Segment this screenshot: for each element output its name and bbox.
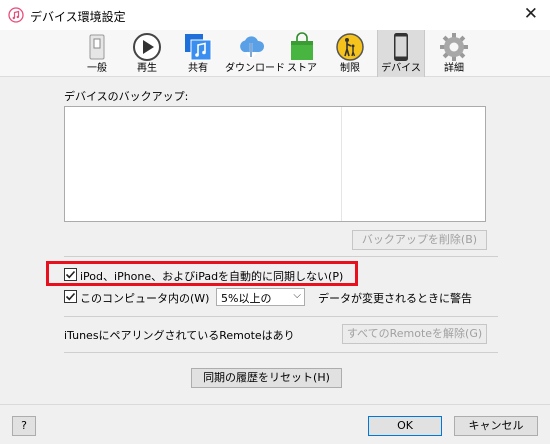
tab-playback-label: 再生 [137,63,157,74]
warn-threshold-value: 5%以上の [221,292,272,305]
device-backups-label: デバイスのバックアップ: [64,90,189,103]
parental-restriction-icon [336,33,364,61]
store-bag-icon [291,32,313,60]
warn-data-change-prefix-label: このコンピュータ内の(W) [80,292,210,305]
reset-sync-history-button[interactable]: 同期の履歴をリセット(H) [191,368,342,388]
cloud-download-icon [240,36,265,60]
tab-sharing[interactable]: 共有 [181,30,215,77]
title-bar: デバイス環境設定 ✕ [0,0,550,30]
close-icon[interactable]: ✕ [524,4,538,24]
ok-button[interactable]: OK [368,416,442,436]
separator [64,352,498,353]
paired-remotes-text: iTunesにペアリングされているRemoteはあり [64,329,295,342]
warn-data-change-suffix-label: データが変更されるときに警告 [318,292,472,305]
general-switch-icon [89,34,105,60]
tab-advanced[interactable]: 詳細 [437,30,471,77]
tab-restrictions[interactable]: 制限 [333,30,367,77]
window-title: デバイス環境設定 [30,10,126,24]
tab-devices-label: デバイス [381,63,421,74]
warn-data-change-checkbox[interactable]: このコンピュータ内の(W) [64,289,214,305]
highlight-box [46,261,358,286]
tab-sharing-label: 共有 [188,63,208,74]
tab-general-label: 一般 [87,63,107,74]
chevron-down-icon: ⌵ [293,290,301,301]
footer-separator [0,404,550,405]
remove-all-remotes-button[interactable]: すべてのRemoteを解除(G) [342,324,487,344]
checkbox-box[interactable] [64,290,77,303]
play-icon [133,33,161,61]
cancel-button[interactable]: キャンセル [454,416,538,436]
tab-store-label: ストア [287,63,317,74]
itunes-app-icon [8,7,24,23]
share-music-icon [185,34,212,61]
tab-store[interactable]: ストア [285,30,319,77]
tab-advanced-label: 詳細 [444,63,464,74]
list-column-divider [341,107,342,221]
device-icon [394,33,408,61]
tab-download-label: ダウンロード [225,63,285,74]
gear-icon [440,33,468,61]
device-backups-list[interactable] [64,106,486,222]
checkmark-icon [65,292,76,301]
help-button[interactable]: ? [12,416,36,436]
tab-playback[interactable]: 再生 [130,30,164,77]
delete-backup-button[interactable]: バックアップを削除(B) [352,230,487,250]
separator [64,316,498,317]
preferences-toolbar: 一般 再生 共有 ダウンロード ストア 制限 デバイス 詳細 [0,30,550,77]
tab-download[interactable]: ダウンロード [225,30,285,77]
warn-threshold-select[interactable]: 5%以上の ⌵ [216,288,305,306]
tab-general[interactable]: 一般 [80,30,114,77]
tab-restrictions-label: 制限 [340,63,360,74]
tab-devices[interactable]: デバイス [377,30,425,77]
separator [64,256,498,257]
